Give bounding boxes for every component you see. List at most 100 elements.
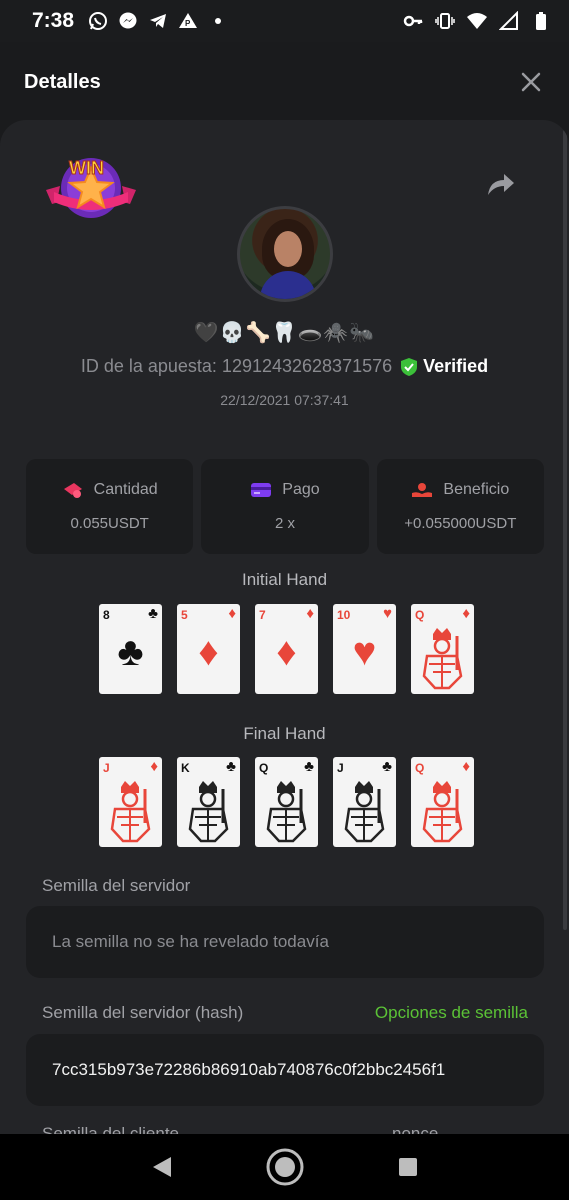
- close-button[interactable]: [517, 68, 545, 96]
- stat-amount: Cantidad 0.055USDT: [26, 459, 194, 554]
- playing-card: Q ♦: [411, 757, 474, 847]
- stat-profit-value: +0.055000USDT: [404, 515, 517, 532]
- card-rank: 5: [181, 608, 188, 622]
- home-circle-icon: [266, 1148, 303, 1186]
- playing-card: 8 ♣ ♣: [99, 604, 162, 694]
- win-badge-text: WIN: [69, 158, 104, 178]
- card-rank: K: [181, 761, 190, 775]
- card-suit-large-icon: ♦: [276, 630, 297, 674]
- verified-label: Verified: [423, 356, 489, 376]
- card-rank: 10: [337, 608, 351, 622]
- battery-icon: [531, 11, 551, 31]
- card-rank: Q: [259, 761, 269, 775]
- bet-id-label: ID de la apuesta: 12912432628371576: [80, 356, 393, 376]
- card-suit-icon: ♦: [228, 605, 236, 622]
- server-seed-field[interactable]: La semilla no se ha revelado todavía: [26, 906, 544, 978]
- scrollbar[interactable]: [563, 130, 567, 930]
- messenger-icon: [118, 11, 138, 31]
- card-rank: Q: [415, 608, 425, 622]
- playing-card: Q ♣: [255, 757, 318, 847]
- seed-options-link[interactable]: Opciones de semilla: [375, 1003, 528, 1023]
- wifi-icon: [467, 11, 487, 31]
- header: Detalles: [0, 42, 569, 122]
- card-suit-large-icon: ♦: [198, 630, 219, 674]
- initial-hand-cards: 8 ♣ ♣ 5 ♦ ♦ 7 ♦ ♦ 10 ♥ ♥ Q ♦: [99, 604, 474, 694]
- card-suit-icon: ♦: [462, 758, 470, 775]
- back-button[interactable]: [142, 1147, 182, 1187]
- stat-payout-label: Pago: [282, 481, 320, 498]
- system-icons: [403, 11, 551, 31]
- verified-badge: Verified: [400, 356, 488, 377]
- card-suit-icon: ♣: [226, 758, 236, 775]
- card-rank: Q: [415, 761, 425, 775]
- stat-profit: Beneficio +0.055000USDT: [376, 459, 544, 554]
- playing-card: J ♦: [99, 757, 162, 847]
- win-badge: WIN: [44, 150, 138, 222]
- telegram-icon: [148, 11, 168, 31]
- card-icon: [251, 483, 272, 497]
- whatsapp-icon: [88, 11, 108, 31]
- card-suit-icon: ♣: [148, 605, 158, 622]
- card-suit-icon: ♥: [383, 605, 392, 622]
- stat-amount-label: Cantidad: [93, 481, 158, 498]
- face-card-art: [422, 781, 463, 843]
- face-card-art: [266, 781, 307, 843]
- playing-card: 7 ♦ ♦: [255, 604, 318, 694]
- stats-row: Cantidad 0.055USDT Pago 2 x Beneficio +0…: [26, 459, 544, 554]
- server-seed-label: Semilla del servidor: [42, 876, 191, 895]
- back-triangle-icon: [152, 1157, 171, 1177]
- recents-button[interactable]: [388, 1147, 428, 1187]
- final-hand-cards: J ♦ K ♣ Q ♣ J ♣ Q ♦: [99, 757, 474, 847]
- card-suit-icon: ♣: [304, 758, 314, 775]
- key-icon: [403, 11, 423, 31]
- initial-hand-title: Initial Hand: [241, 570, 328, 589]
- face-card-art: [422, 628, 463, 690]
- shield-check-icon: [401, 357, 418, 376]
- card-rank: 8: [103, 608, 110, 622]
- notification-icons: P: [88, 11, 228, 31]
- bet-date: 22/12/2021 07:37:41: [220, 392, 349, 408]
- playing-card: 10 ♥ ♥: [333, 604, 396, 694]
- share-icon: [488, 174, 514, 195]
- status-bar: 7:38 P: [0, 0, 569, 42]
- stat-amount-value: 0.055USDT: [70, 515, 149, 532]
- coins-icon: [63, 483, 82, 498]
- status-time: 7:38: [32, 9, 75, 32]
- svg-text:P: P: [185, 19, 191, 28]
- card-suit-icon: ♣: [382, 758, 392, 775]
- face-card-art: [110, 781, 151, 843]
- face-card-art: [344, 781, 385, 843]
- details-panel[interactable]: WIN 🖤💀🦴🦷🕳️🕷️🐜 ID de la apuesta: 12912432…: [0, 120, 569, 1134]
- recents-square-icon: [398, 1158, 417, 1176]
- navigation-bar: [0, 1134, 569, 1200]
- playing-card: 5 ♦ ♦: [177, 604, 240, 694]
- card-suit-icon: ♦: [462, 605, 470, 622]
- stat-profit-label: Beneficio: [443, 481, 510, 498]
- playing-card: K ♣: [177, 757, 240, 847]
- nonce-label: nonce: [392, 1124, 439, 1134]
- face-card-art: [188, 781, 229, 843]
- card-rank: J: [337, 761, 344, 775]
- dot-icon: [208, 11, 228, 31]
- client-seed-label: Semilla del cliente: [42, 1124, 180, 1134]
- stat-payout-value: 2 x: [274, 515, 295, 532]
- card-suit-large-icon: ♣: [117, 630, 144, 674]
- server-seed-hash-label: Semilla del servidor (hash): [42, 1003, 244, 1022]
- stat-payout: Pago 2 x: [201, 459, 369, 554]
- card-suit-large-icon: ♥: [352, 630, 377, 674]
- page-title: Detalles: [24, 70, 101, 93]
- home-button[interactable]: [265, 1147, 305, 1187]
- playing-card: J ♣: [333, 757, 396, 847]
- bet-id-row: ID de la apuesta: 12912432628371576 Veri…: [0, 356, 569, 377]
- final-hand-title: Final Hand: [243, 724, 326, 743]
- card-rank: 7: [259, 608, 266, 622]
- card-suit-icon: ♦: [306, 605, 314, 622]
- server-seed-hash-field[interactable]: 7cc315b973e72286b86910ab740876c0f2bbc245…: [26, 1034, 544, 1106]
- avatar: [237, 206, 333, 302]
- username: 🖤💀🦴🦷🕳️🕷️🐜: [193, 322, 376, 344]
- p-icon: P: [178, 11, 198, 31]
- card-suit-icon: ♦: [150, 758, 158, 775]
- playing-card: Q ♦: [411, 604, 474, 694]
- vibrate-icon: [435, 11, 455, 31]
- share-button[interactable]: [486, 172, 520, 202]
